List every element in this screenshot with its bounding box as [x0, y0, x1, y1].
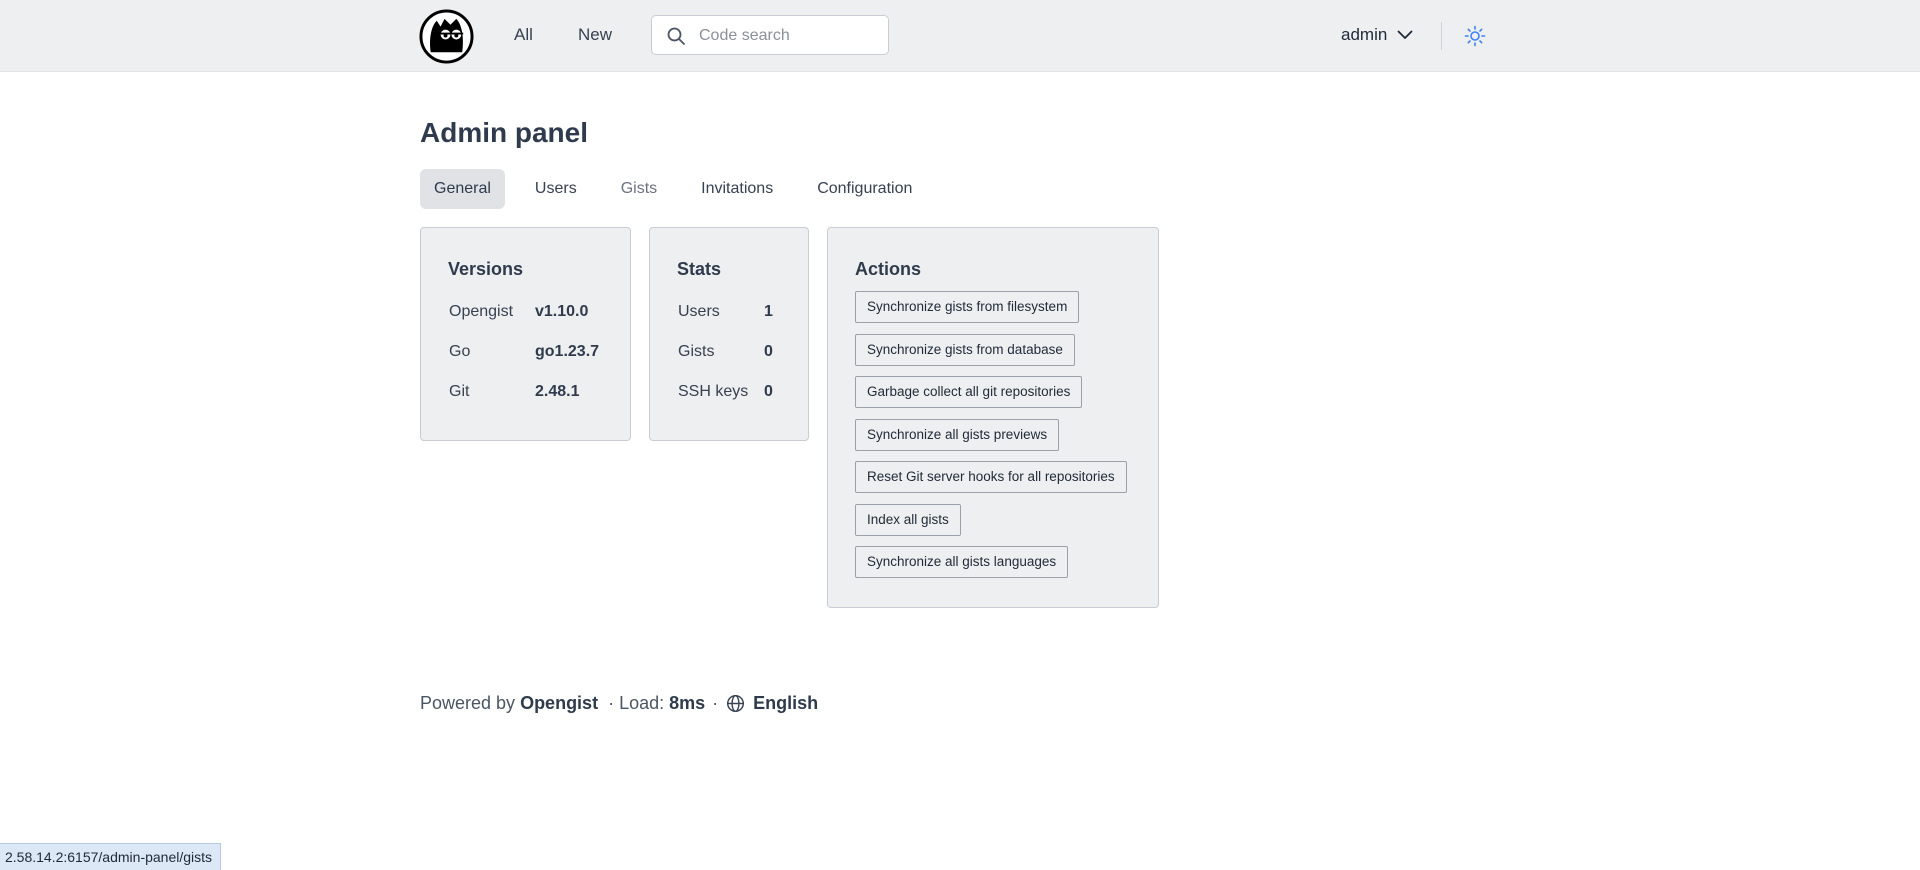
stats-title: Stats	[677, 259, 722, 279]
powered-by-text: Powered by	[420, 693, 516, 713]
nav-all-link[interactable]: All	[514, 25, 533, 45]
version-label-opengist: Opengist	[449, 303, 514, 320]
versions-title: Versions	[448, 259, 524, 279]
version-value-opengist: v1.10.0	[535, 303, 589, 320]
version-label-git: Git	[449, 383, 470, 400]
stat-label-users: Users	[678, 303, 720, 320]
code-search-box[interactable]	[651, 15, 889, 55]
actions-title: Actions	[855, 259, 922, 279]
globe-icon	[727, 694, 745, 713]
tab-configuration[interactable]: Configuration	[803, 169, 926, 209]
navbar-divider	[1441, 22, 1442, 50]
versions-card: Versions Opengist v1.10.0 Go go1.23.7 Gi…	[420, 227, 631, 441]
page-title: Admin panel	[420, 117, 589, 148]
tab-gists[interactable]: Gists	[607, 169, 671, 209]
stat-label-gists: Gists	[678, 343, 715, 360]
tab-invitations[interactable]: Invitations	[687, 169, 787, 209]
index-gists-button[interactable]: Index all gists	[855, 504, 961, 536]
admin-tabs: General Users Gists Invitations Configur…	[420, 169, 942, 209]
sync-languages-button[interactable]: Synchronize all gists languages	[855, 546, 1069, 578]
load-label: · Load:	[608, 693, 665, 713]
version-value-go: go1.23.7	[535, 343, 600, 360]
stat-value-gists: 0	[764, 343, 773, 360]
chevron-down-icon	[1397, 30, 1413, 39]
user-menu-button[interactable]: admin	[1341, 25, 1413, 45]
version-label-go: Go	[449, 343, 471, 360]
sync-database-button[interactable]: Synchronize gists from database	[855, 334, 1075, 366]
load-value: 8ms	[669, 693, 706, 713]
sync-previews-button[interactable]: Synchronize all gists previews	[855, 419, 1060, 451]
garbage-collect-button[interactable]: Garbage collect all git repositories	[855, 376, 1083, 408]
stat-value-ssh-keys: 0	[764, 383, 773, 400]
version-value-git: 2.48.1	[535, 383, 580, 400]
language-selector[interactable]: English	[753, 693, 818, 714]
username-label: admin	[1341, 25, 1388, 44]
sync-filesystem-button[interactable]: Synchronize gists from filesystem	[855, 291, 1080, 323]
status-bar-url: 2.58.14.2:6157/admin-panel/gists	[0, 843, 222, 870]
stat-label-ssh-keys: SSH keys	[678, 383, 749, 400]
tab-general[interactable]: General	[420, 169, 505, 209]
footer-separator: ·	[712, 693, 719, 713]
search-icon	[667, 27, 685, 45]
opengist-link[interactable]: Opengist	[520, 693, 598, 714]
sun-icon[interactable]	[1464, 25, 1486, 47]
opengist-logo-icon[interactable]	[419, 9, 474, 64]
stats-card: Stats Users 1 Gists 0 SSH keys 0	[649, 227, 809, 441]
top-navbar: All New admin	[0, 0, 1920, 72]
reset-hooks-button[interactable]: Reset Git server hooks for all repositor…	[855, 461, 1127, 493]
nav-new-link[interactable]: New	[578, 25, 612, 45]
search-input[interactable]	[697, 25, 881, 47]
actions-card: Actions Synchronize gists from filesyste…	[827, 227, 1159, 608]
stat-value-users: 1	[764, 303, 773, 320]
footer: Powered by Opengist · Load: 8ms · Englis…	[420, 693, 818, 714]
tab-users[interactable]: Users	[521, 169, 591, 209]
